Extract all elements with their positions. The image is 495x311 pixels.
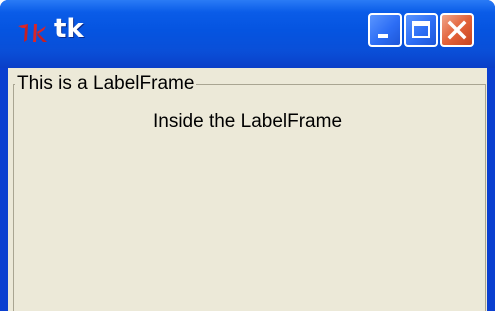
maximize-button[interactable] bbox=[404, 13, 438, 47]
close-button[interactable] bbox=[440, 13, 474, 47]
minimize-icon bbox=[378, 34, 388, 38]
maximize-icon bbox=[412, 21, 430, 38]
tk-window: tk This is a LabelFrame Inside the Label… bbox=[0, 0, 495, 311]
window-client-area: This is a LabelFrame Inside the LabelFra… bbox=[8, 68, 487, 311]
minimize-button[interactable] bbox=[368, 13, 402, 47]
inner-label: Inside the LabelFrame bbox=[152, 111, 343, 132]
window-title: tk bbox=[54, 14, 84, 44]
close-icon bbox=[447, 20, 467, 40]
title-bar[interactable]: tk bbox=[0, 0, 495, 68]
labelframe-legend: This is a LabelFrame bbox=[15, 73, 197, 95]
tk-feather-icon bbox=[16, 18, 50, 48]
